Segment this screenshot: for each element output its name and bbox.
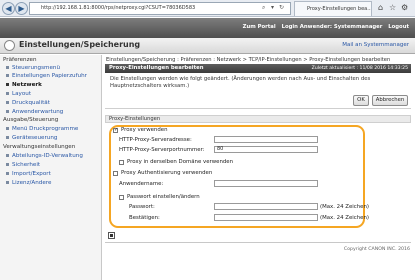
use-auth-label: Proxy Authentisierung verwenden [121,170,213,176]
username-label: Anwendername: [119,181,164,187]
sidebar-item-user-maintenance[interactable]: Anwenderwartung [6,109,63,115]
username-input[interactable] [214,180,318,187]
refresh-icon[interactable]: ↻ [279,4,284,11]
browser-tab[interactable]: Proxy-Einstellungen bea... [294,1,372,16]
sidebar-heading-output: Ausgabe/Steuerung [3,117,59,123]
home-icon[interactable]: ⌂ [378,3,383,12]
cancel-button[interactable]: Abbrechen [372,95,408,106]
settings-icon [4,40,15,51]
divider [105,242,411,243]
password-max-hint: (Max. 24 Zeichen) [320,204,369,210]
forward-icon[interactable]: ▶ [15,2,28,15]
page-title: Einstellungen/Speicherung [19,40,141,49]
top-bar: Zum Portal Login Anwender: Systemmanager… [0,18,415,38]
browser-toolbar: ◀ ▶ http://192.168.1.81:8000/rps/netprox… [0,0,415,17]
sidebar-item-department-id[interactable]: Abteilungs-ID-Verwaltung [6,153,83,159]
section-header: Proxy-Einstellungen [105,115,411,123]
page-top-button[interactable] [108,232,115,239]
confirm-label: Bestätigen: [129,215,160,221]
proxy-address-input[interactable] [214,136,318,143]
mail-admin-link[interactable]: Mail an Systemmanager [342,42,409,48]
sidebar-item-import-export[interactable]: Import/Export [6,171,51,177]
sidebar-item-paper-feed[interactable]: Einstellungen Papierzufuhr [6,73,87,79]
panel-title: Proxy-Einstellungen bearbeiten [109,65,204,71]
same-domain-checkbox[interactable] [119,160,124,165]
password-input[interactable] [214,203,318,210]
set-password-label: Passwort einstellen/ändern [127,194,200,200]
panel-title-bar: Proxy-Einstellungen bearbeiten Zuletzt a… [105,64,411,73]
sidebar-item-security[interactable]: Sicherheit [6,162,40,168]
sidebar-item-license[interactable]: Lizenz/Andere [6,180,51,186]
sidebar-item-print-programs[interactable]: Menü Druckprogramme [6,126,78,132]
sidebar-item-network[interactable]: Netzwerk [6,82,42,88]
confirm-max-hint: (Max. 24 Zeichen) [320,215,369,221]
section-title: Proxy-Einstellungen [109,116,161,122]
confirm-input[interactable] [214,214,318,221]
login-user: Login Anwender: Systemmanager [281,24,383,30]
proxy-address-label: HTTP-Proxy-Serveradresse: [119,137,192,143]
password-label: Passwort: [129,204,155,210]
sidebar-heading-admin: Verwaltungseinstellungen [3,144,76,150]
same-domain-label: Proxy in derselben Domäne verwenden [127,159,234,165]
address-bar[interactable]: http://192.168.1.81:8000/rps/netproxy.cg… [29,2,291,15]
use-proxy-checkbox[interactable] [113,127,118,133]
logout-link[interactable]: Logout [388,24,409,30]
last-update: Zuletzt aktualisiert : 11/08 2016 14:33:… [311,65,408,71]
page-header: Einstellungen/Speicherung Mail an System… [0,38,415,54]
proxy-port-input[interactable]: 80 [214,146,318,153]
breadcrumb: Einstellungen/Speicherung : Präferenzen … [106,57,391,63]
sidebar-item-layout[interactable]: Layout [6,91,31,97]
proxy-port-label: HTTP-Proxy-Serverportnummer: [119,147,205,153]
sidebar-item-print-quality[interactable]: Druckqualität [6,100,50,106]
back-icon[interactable]: ◀ [2,2,15,15]
ok-button[interactable]: OK [353,95,369,106]
lock-icon: ▾ [271,4,275,11]
button-row: OK Abbrechen [105,93,411,109]
info-text: Die Einstellungen werden wie folgt geänd… [110,76,371,89]
sidebar: Präferenzen Steuerungsmenü Einstellungen… [0,55,102,280]
gear-icon[interactable]: ⚙ [401,3,408,12]
copyright: Copyright CANON INC. 2016 [343,247,410,252]
sidebar-item-control-menu[interactable]: Steuerungsmenü [6,65,60,71]
use-proxy-label: Proxy verwenden [121,127,168,133]
star-icon[interactable]: ☆ [389,3,396,12]
portal-link[interactable]: Zum Portal [243,24,276,30]
use-auth-checkbox[interactable] [113,171,118,176]
sidebar-item-device-control[interactable]: Geräteseuerung [6,135,57,141]
search-icon[interactable]: ⌕ [262,4,265,12]
set-password-checkbox[interactable] [119,195,124,200]
sidebar-heading-preferences: Präferenzen [3,57,37,63]
